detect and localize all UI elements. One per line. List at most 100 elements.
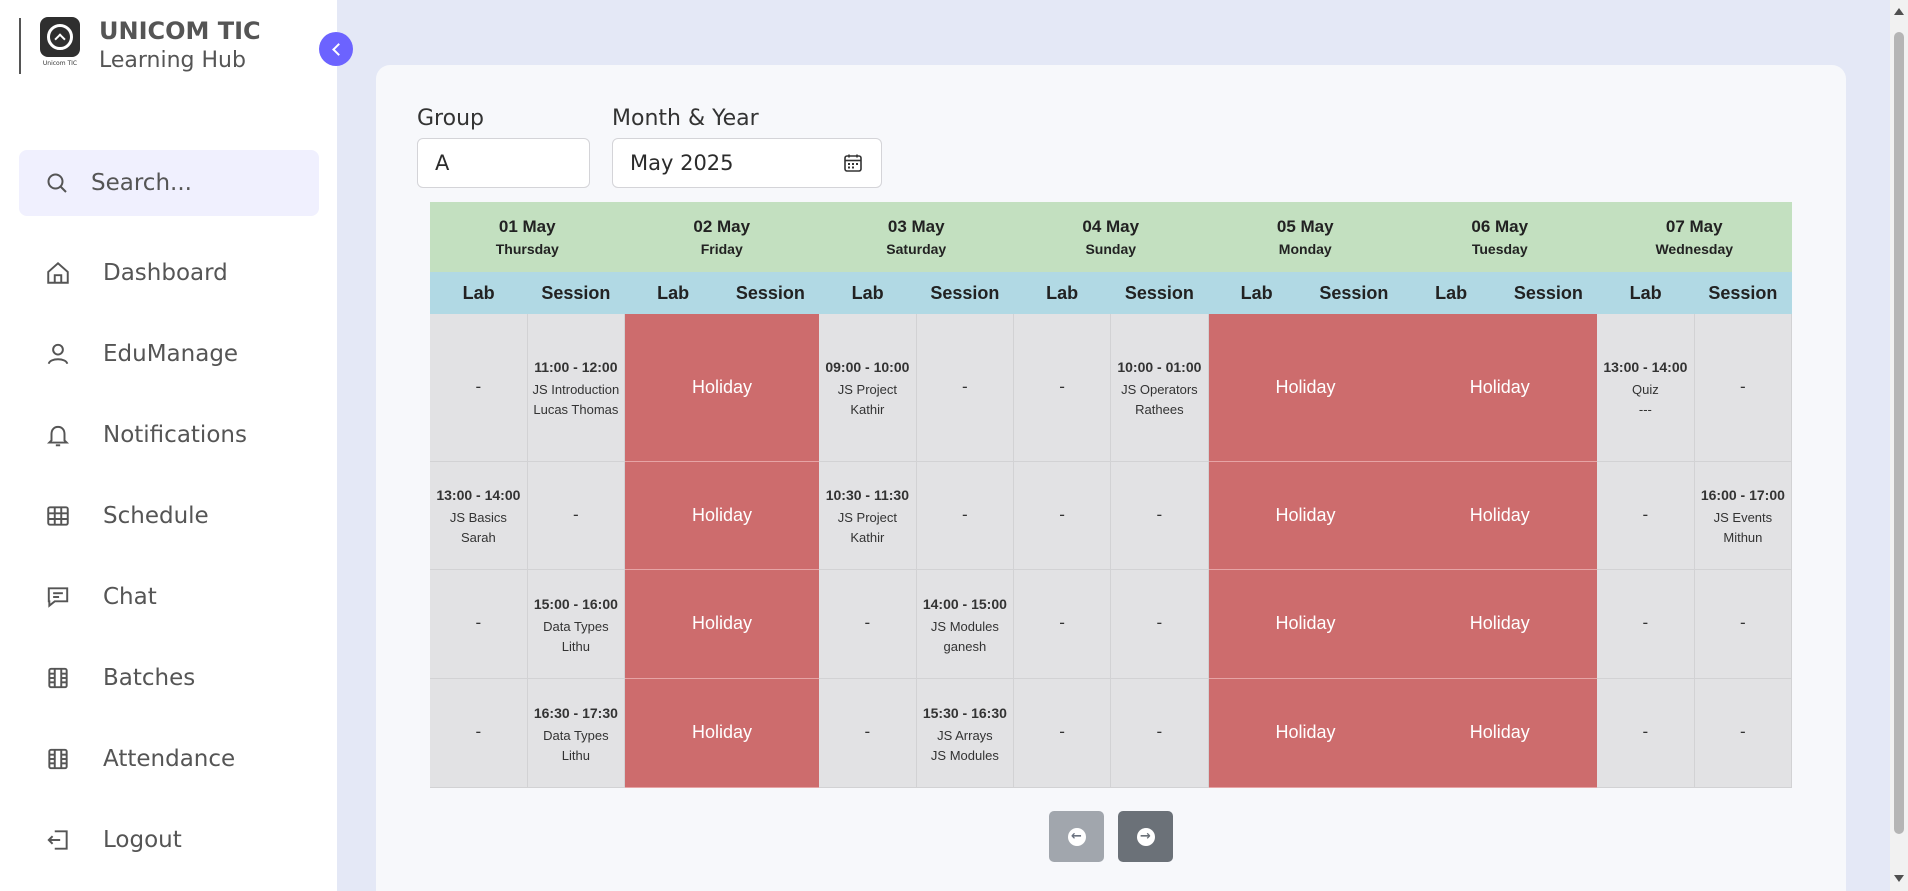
month-year-field[interactable]: May 2025	[612, 138, 882, 188]
lab-column-header: Lab	[1208, 272, 1306, 314]
previous-page-button[interactable]: ←	[1049, 811, 1104, 862]
day-header: 03 May Saturday	[819, 202, 1014, 272]
lab-cell: -	[430, 678, 528, 788]
lab-cell: -	[430, 569, 528, 679]
slot-topic: JS Operators	[1121, 382, 1198, 398]
lab-cell: -	[1597, 678, 1695, 788]
table-icon	[47, 505, 69, 526]
session-cell: 15:30 - 16:30 JS Arrays JS Modules	[916, 678, 1015, 788]
slot-time: 11:00 - 12:00	[534, 359, 618, 376]
film-icon	[48, 748, 68, 769]
session-column-header: Session	[527, 272, 625, 314]
lab-cell: -	[819, 569, 917, 679]
brand-divider	[19, 18, 21, 74]
home-icon	[47, 261, 69, 284]
lab-cell: -	[1597, 461, 1695, 570]
nav-label: Batches	[103, 664, 196, 691]
holiday-cell: Holiday	[1208, 678, 1403, 788]
nav-item-batches[interactable]: Batches	[19, 637, 319, 718]
empty-slot: -	[864, 722, 871, 741]
session-cell: 10:00 - 01:00 JS Operators Rathees	[1110, 314, 1209, 462]
nav-item-notifications[interactable]: Notifications	[19, 394, 319, 475]
lab-column-header: Lab	[819, 272, 917, 314]
day-weekday: Tuesday	[1471, 241, 1528, 257]
schedule-table: 01 May Thursday 02 May Friday 03 May Saturday…	[430, 202, 1793, 788]
holiday-cell: Holiday	[1402, 569, 1597, 679]
slot-time: 15:30 - 16:30	[922, 704, 1007, 721]
slot-teacher: Rathees	[1135, 402, 1184, 418]
nav-label: Logout	[103, 826, 182, 853]
day-header: 02 May Friday	[624, 202, 819, 272]
slot-teacher: JS Modules	[930, 747, 999, 763]
nav-label: Attendance	[103, 745, 236, 772]
nav-item-schedule[interactable]: Schedule	[19, 475, 319, 556]
day-weekday: Wednesday	[1655, 241, 1734, 257]
holiday-cell: Holiday	[1402, 314, 1597, 462]
holiday-cell: Holiday	[624, 461, 819, 570]
nav-item-attendance[interactable]: Attendance	[19, 718, 319, 799]
search-icon	[47, 173, 67, 193]
arrow-left-circle-icon: ←	[1067, 827, 1086, 846]
bell-icon	[46, 425, 70, 446]
empty-slot: -	[864, 613, 871, 632]
lab-column-header: Lab	[1013, 272, 1111, 314]
month-year-value: May 2025	[630, 151, 734, 175]
next-page-button[interactable]: →	[1118, 811, 1173, 862]
group-field[interactable]: A	[417, 138, 590, 188]
slot-teacher: Lithu	[561, 638, 590, 654]
page-scrollbar[interactable]	[1890, 0, 1908, 891]
arrow-right-circle-icon: →	[1136, 827, 1155, 846]
session-cell: -	[1694, 569, 1793, 679]
month-year-label: Month & Year	[612, 106, 759, 131]
session-cell: 16:00 - 17:00 JS Events Mithun	[1694, 461, 1793, 570]
empty-slot: -	[475, 613, 482, 632]
day-weekday: Sunday	[1085, 241, 1137, 257]
empty-slot: -	[475, 722, 482, 741]
holiday-cell: Holiday	[1208, 461, 1403, 570]
day-header: 07 May Wednesday	[1597, 202, 1792, 272]
slot-teacher: Kathir	[850, 530, 885, 545]
empty-slot: -	[1059, 504, 1065, 524]
empty-slot: -	[1156, 722, 1163, 741]
lab-cell: 13:00 - 14:00 JS Basics Sarah	[430, 461, 528, 570]
sidebar-nav: Dashboard EduManage Notifications Schedu…	[19, 232, 319, 880]
sidebar: Unicom TIC UNICOM TIC Learning Hub Dashb…	[0, 0, 337, 891]
lab-cell: 13:00 - 14:00 Quiz ---	[1597, 314, 1695, 462]
session-cell: 16:30 - 17:30 Data Types Lithu	[527, 678, 626, 788]
session-cell: -	[916, 314, 1015, 462]
nav-item-chat[interactable]: Chat	[19, 556, 319, 637]
day-header: 01 May Thursday	[430, 202, 625, 272]
day-weekday: Thursday	[495, 241, 559, 257]
session-cell: -	[1110, 569, 1209, 679]
lab-cell: -	[430, 314, 528, 462]
scroll-down-arrow-icon[interactable]	[1894, 875, 1904, 882]
empty-slot: -	[1059, 722, 1065, 741]
day-date: 03 May	[887, 217, 945, 236]
day-weekday: Friday	[700, 241, 743, 257]
lab-cell: -	[1013, 678, 1112, 788]
schedule-row: - 11:00 - 12:00 JS Introduction Lucas Thoma…	[430, 314, 1793, 462]
nav-item-edumanage[interactable]: EduManage	[19, 313, 319, 394]
slot-topic: JS Basics	[449, 510, 507, 525]
nav-item-logout[interactable]: Logout	[19, 799, 319, 880]
slot-time: 16:00 - 17:00	[1700, 487, 1785, 503]
holiday-cell: Holiday	[1208, 314, 1403, 462]
day-date: 05 May	[1276, 217, 1334, 236]
day-date: 07 May	[1665, 217, 1723, 236]
nav-label: Notifications	[103, 421, 247, 448]
slot-teacher: Kathir	[850, 402, 885, 418]
search-input[interactable]	[91, 170, 311, 196]
nav-label: Schedule	[103, 502, 209, 529]
chat-icon	[47, 586, 69, 608]
collapse-sidebar-button[interactable]	[319, 32, 353, 66]
nav-item-dashboard[interactable]: Dashboard	[19, 232, 319, 313]
empty-slot: -	[1642, 613, 1649, 632]
day-header: 04 May Sunday	[1013, 202, 1208, 272]
calendar-icon[interactable]	[843, 153, 863, 173]
scrollbar-thumb[interactable]	[1894, 32, 1904, 834]
scroll-up-arrow-icon[interactable]	[1894, 8, 1904, 15]
empty-slot: -	[1059, 376, 1065, 396]
session-cell: 11:00 - 12:00 JS Introduction Lucas Thomas	[527, 314, 626, 462]
schedule-row: - 15:00 - 16:00 Data Types Lithu Holiday - 14:…	[430, 569, 1793, 679]
day-date: 06 May	[1471, 217, 1529, 236]
